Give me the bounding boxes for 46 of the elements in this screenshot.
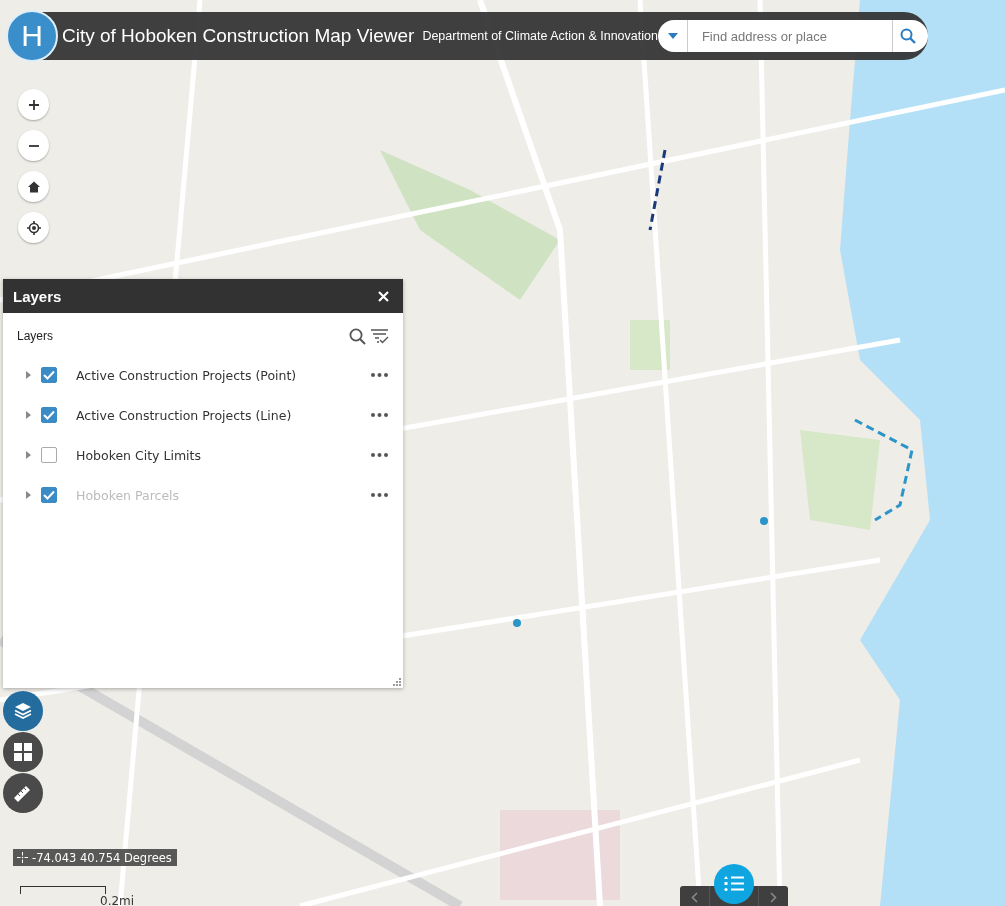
expand-arrow-icon[interactable] [26, 371, 31, 379]
close-icon [378, 290, 389, 302]
options-button[interactable] [371, 413, 388, 417]
crosshair-icon[interactable] [17, 852, 28, 863]
layer-list-heading: Layers [17, 329, 54, 343]
layer-name: Hoboken Parcels [76, 487, 181, 503]
search-icon [900, 28, 917, 44]
layer-checkbox[interactable] [41, 407, 57, 423]
department-name: Department of Climate Action & Innovation [422, 29, 658, 43]
options-button[interactable] [371, 373, 388, 377]
options-button[interactable] [371, 453, 388, 457]
chevron-right-icon [770, 891, 777, 903]
more-options-icon [371, 453, 388, 457]
list-icon [724, 876, 744, 892]
grid-icon [13, 742, 33, 762]
scale-label: 0.2mi [100, 894, 135, 906]
layer-checkbox[interactable] [41, 447, 57, 463]
search-field[interactable]: Find address or place [687, 20, 892, 52]
filter-list-icon[interactable] [370, 327, 389, 345]
search-icon[interactable] [349, 327, 366, 345]
home-icon [26, 179, 41, 194]
search-button[interactable] [891, 20, 928, 52]
resize-handle-icon[interactable] [393, 678, 401, 686]
layer-checkbox[interactable] [41, 367, 57, 383]
layer-name: Hoboken City Limits [76, 447, 202, 463]
plus-icon [26, 97, 41, 112]
minus-icon [28, 144, 39, 147]
coordinates-readout: -74.043 40.754 Degrees [32, 850, 172, 865]
ruler-icon [13, 783, 33, 803]
more-options-icon [371, 493, 388, 497]
layer-name: Active Construction Projects (Point) [76, 367, 298, 383]
options-button[interactable] [371, 493, 388, 497]
chevron-left-icon [691, 891, 698, 903]
close-button[interactable] [378, 290, 389, 302]
search-options-button[interactable] [657, 20, 688, 52]
layer-name: Active Construction Projects (Line) [76, 407, 293, 423]
more-options-icon [371, 373, 388, 377]
locate-icon [26, 220, 41, 235]
expand-arrow-icon[interactable] [26, 411, 31, 419]
expand-arrow-icon[interactable] [26, 491, 31, 499]
more-options-icon [371, 413, 388, 417]
app-title: City of Hoboken Construction Map Viewer [62, 25, 415, 47]
caret-icon [668, 33, 679, 39]
panel-title: Layers [13, 287, 62, 305]
layers-icon [13, 701, 33, 721]
expand-arrow-icon[interactable] [26, 451, 31, 459]
